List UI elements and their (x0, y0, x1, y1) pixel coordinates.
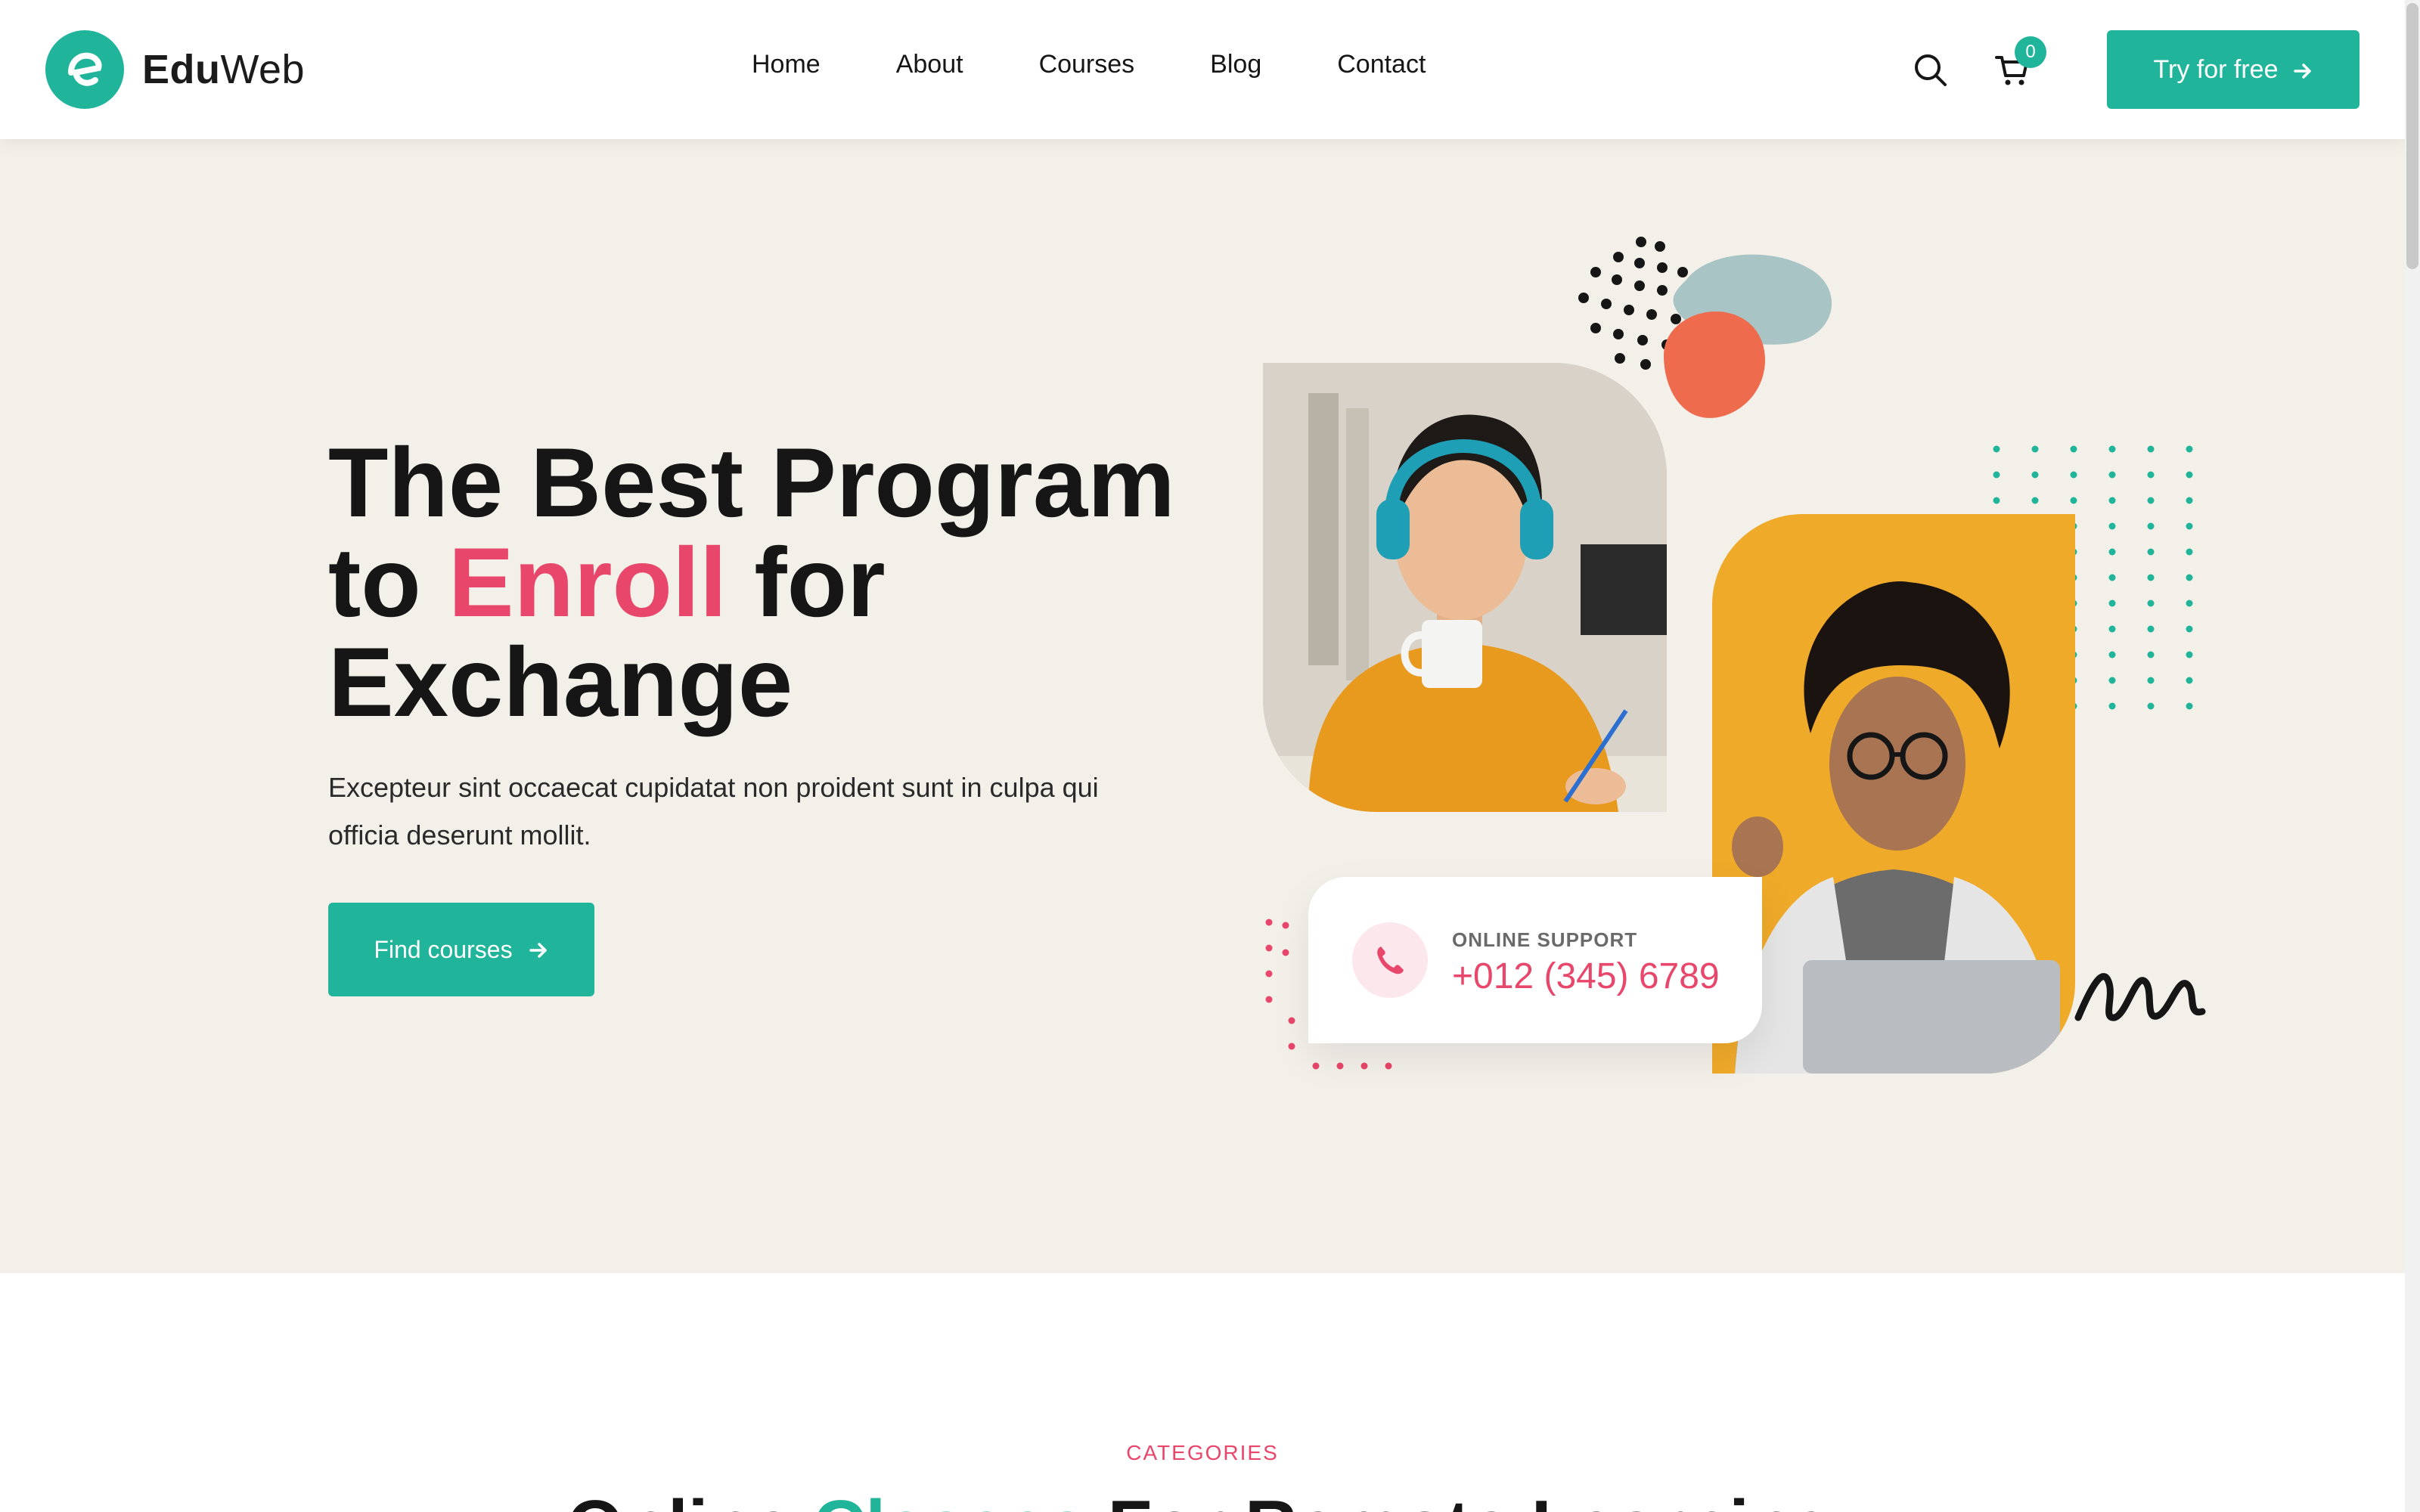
arrow-right-icon (2292, 59, 2313, 80)
online-support-card: ONLINE SUPPORT +012 (345) 6789 (1308, 877, 1762, 1043)
try-for-free-button[interactable]: Try for free (2107, 30, 2360, 109)
phone-icon[interactable] (1352, 922, 1428, 998)
categories-title-accent: Classes (813, 1486, 1087, 1512)
categories-title: Online Classes For Remote Learning (0, 1485, 2405, 1512)
hero-title-line1: The Best Program (328, 427, 1175, 538)
categories-label: CATEGORIES (1126, 1441, 1279, 1464)
find-courses-label: Find courses (374, 935, 513, 963)
nav-item-contact[interactable]: Contact (1337, 50, 1426, 79)
search-icon[interactable] (1912, 51, 1950, 89)
brand-name-strong: Edu (142, 47, 221, 92)
hero-title-accent: Enroll (448, 527, 728, 637)
categories-title-end: For Remote Learning (1087, 1486, 1838, 1512)
logo-text: EduWeb (142, 46, 305, 93)
hero-wave-divider (0, 1043, 2405, 1254)
logo[interactable]: EduWeb (45, 30, 305, 109)
nav-item-about[interactable]: About (896, 50, 963, 79)
logo-icon (45, 30, 124, 109)
site-header: EduWeb Home About Courses Blog Contact 0… (0, 0, 2405, 139)
scrollbar-thumb[interactable] (2406, 3, 2418, 269)
categories-title-start: Online (567, 1486, 813, 1512)
cart-count-badge: 0 (2015, 36, 2046, 68)
support-label: ONLINE SUPPORT (1452, 928, 1638, 951)
orange-blob-decoration (1664, 311, 1765, 418)
nav-item-home[interactable]: Home (752, 50, 821, 79)
student-photo-woman (1263, 363, 1667, 812)
nav-item-courses[interactable]: Courses (1039, 50, 1135, 79)
main-nav: Home About Courses Blog Contact (752, 50, 1426, 79)
arrow-right-icon (528, 939, 549, 960)
hero-title: The Best Program to Enroll for Exchange (328, 432, 1236, 732)
student-photo-man (1712, 514, 2075, 1074)
hero-description: Excepteur sint occaecat cupidatat non pr… (328, 772, 1099, 850)
hero-title-line3: Exchange (328, 627, 793, 737)
find-courses-button[interactable]: Find courses (328, 903, 594, 996)
hero-title-to: to (328, 527, 448, 637)
squiggle-decoration (2074, 973, 2206, 1021)
nav-item-blog[interactable]: Blog (1210, 50, 1261, 79)
hero-title-for: for (727, 527, 886, 637)
try-for-free-label: Try for free (2153, 54, 2279, 84)
support-phone-number[interactable]: +012 (345) 6789 (1452, 956, 1720, 997)
brand-name-light: Web (220, 47, 306, 92)
